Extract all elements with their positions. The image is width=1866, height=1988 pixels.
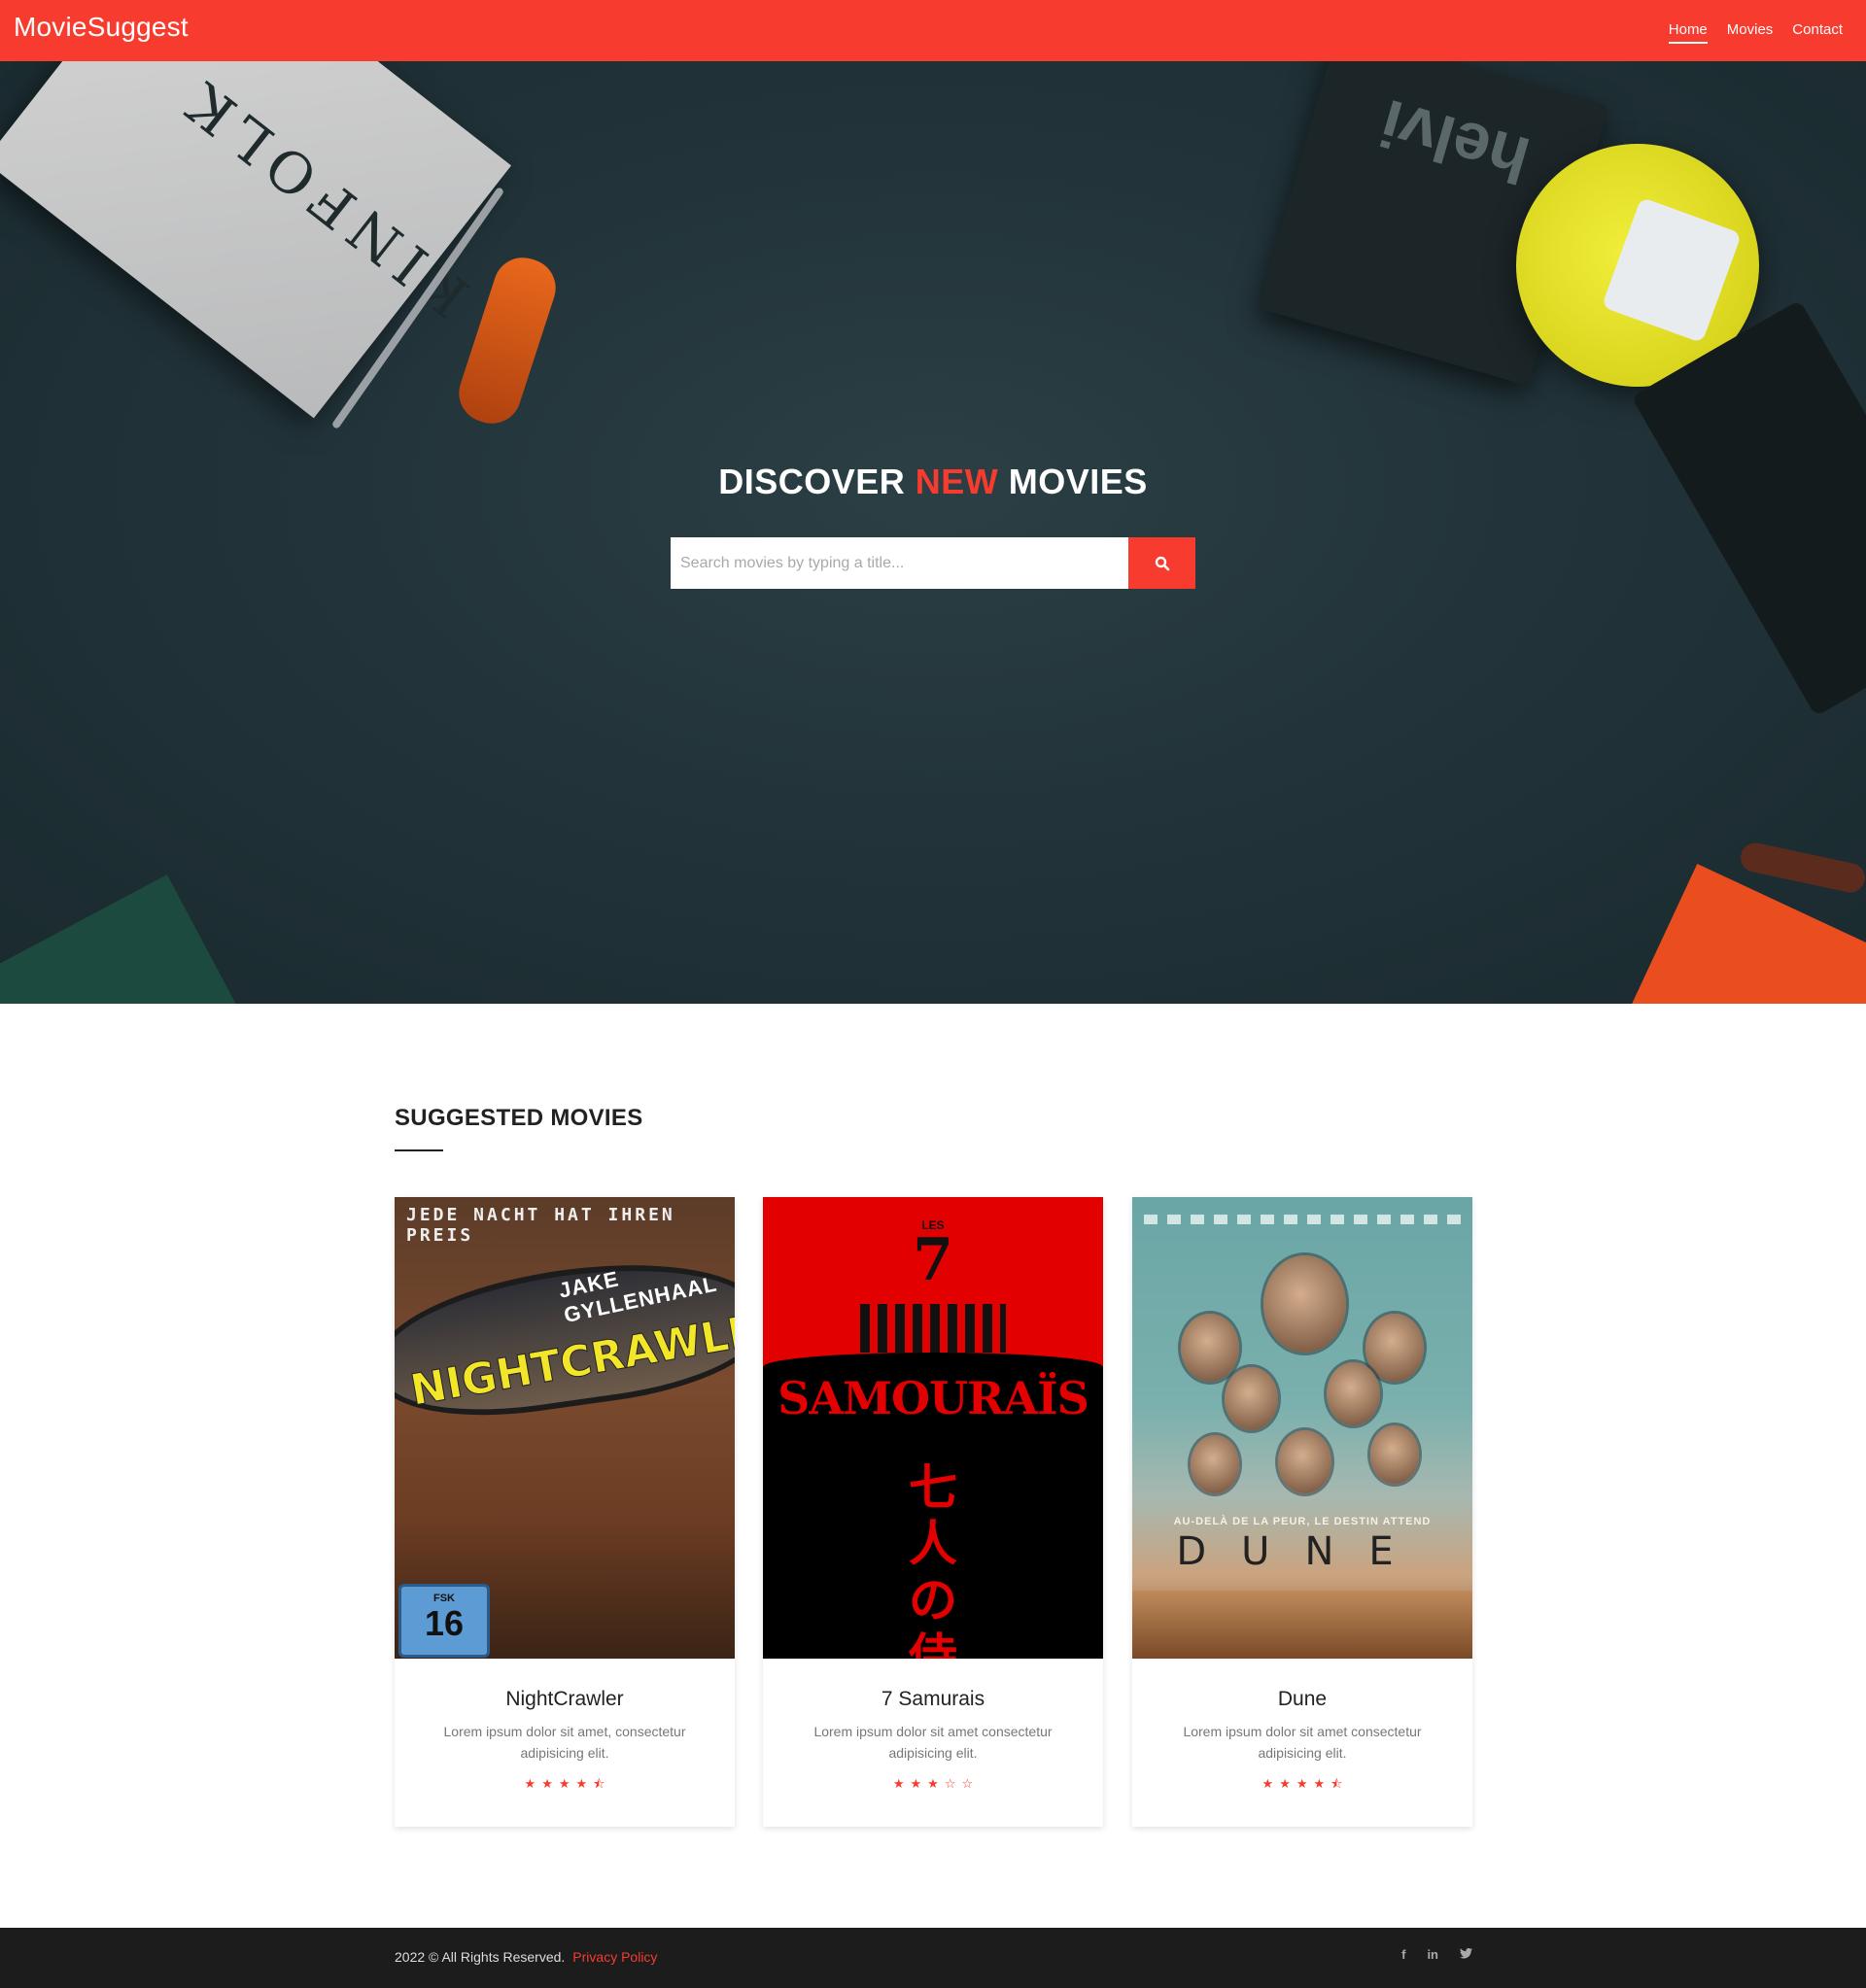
movie-poster[interactable]: JEDE NACHT HAT IHREN PREIS JAKE GYLLENHA… bbox=[395, 1197, 735, 1659]
star-full-icon: ★ bbox=[1279, 1776, 1291, 1791]
facebook-icon[interactable]: f bbox=[1401, 1947, 1405, 1962]
poster-tagline: AU-DELÀ DE LA PEUR, LE DESTIN ATTEND bbox=[1173, 1516, 1432, 1527]
hero-notebook-brand: helvi bbox=[1372, 85, 1538, 198]
star-full-icon: ★ bbox=[1313, 1776, 1326, 1791]
star-full-icon: ★ bbox=[558, 1776, 570, 1791]
star-full-icon: ★ bbox=[575, 1776, 588, 1791]
rating-stars: ★ ★ ★ ★ ⯪ bbox=[1132, 1777, 1472, 1790]
movie-poster[interactable]: AU-DELÀ DE LA PEUR, LE DESTIN ATTEND DUN… bbox=[1132, 1197, 1472, 1659]
poster-number: 7 bbox=[913, 1226, 953, 1294]
star-half-icon: ⯪ bbox=[1330, 1776, 1343, 1791]
copyright-text: 2022 © All Rights Reserved. Privacy Polic… bbox=[395, 1949, 657, 1965]
poster-face bbox=[1191, 1435, 1239, 1493]
movie-description: Lorem ipsum dolor sit amet consectetur a… bbox=[813, 1724, 1053, 1761]
social-links: f in bbox=[1401, 1947, 1472, 1962]
nav-link-movies[interactable]: Movies bbox=[1727, 21, 1774, 44]
poster-face bbox=[1225, 1367, 1278, 1430]
search-bar bbox=[671, 537, 1195, 589]
navbar: MovieSuggest Home Movies Contact bbox=[0, 0, 1866, 61]
movie-description: Lorem ipsum dolor sit amet consectetur a… bbox=[1183, 1724, 1422, 1761]
brand-logo[interactable]: MovieSuggest bbox=[14, 12, 189, 43]
hero-section: KINFOLK helvi DISCOVER NEW MOVIES bbox=[0, 61, 1866, 1004]
star-empty-icon: ☆ bbox=[944, 1776, 956, 1791]
poster-face bbox=[1263, 1255, 1346, 1353]
hero-title-accent: NEW bbox=[915, 462, 999, 501]
section-title: SUGGESTED MOVIES bbox=[395, 1105, 643, 1131]
nav-link-home[interactable]: Home bbox=[1668, 21, 1708, 44]
star-full-icon: ★ bbox=[892, 1776, 905, 1791]
fsk-number: 16 bbox=[424, 1603, 465, 1643]
rating-stars: ★ ★ ★ ☆ ☆ bbox=[763, 1777, 1103, 1790]
movie-card-7-samurais[interactable]: LES 7 SAMOURAÏS 七人の侍 7 Samurais Lorem ip… bbox=[763, 1197, 1103, 1827]
poster-samurai-silhouettes bbox=[860, 1304, 1006, 1353]
card-body: Dune Lorem ipsum dolor sit amet consecte… bbox=[1132, 1659, 1472, 1790]
rating-stars: ★ ★ ★ ★ ⯪ bbox=[395, 1777, 735, 1790]
twitter-icon[interactable] bbox=[1460, 1947, 1472, 1962]
poster-face bbox=[1327, 1362, 1380, 1425]
star-half-icon: ⯪ bbox=[593, 1776, 605, 1791]
movie-title[interactable]: NightCrawler bbox=[395, 1688, 735, 1711]
star-full-icon: ★ bbox=[1296, 1776, 1308, 1791]
hero-jar-label bbox=[1601, 196, 1743, 344]
section-underline bbox=[395, 1149, 443, 1151]
star-full-icon: ★ bbox=[927, 1776, 939, 1791]
hero-title: DISCOVER NEW MOVIES bbox=[0, 462, 1866, 502]
search-icon bbox=[1155, 556, 1169, 570]
star-full-icon: ★ bbox=[910, 1776, 922, 1791]
poster-face bbox=[1365, 1314, 1424, 1382]
movie-title[interactable]: Dune bbox=[1132, 1688, 1472, 1711]
hero-handle-image bbox=[1738, 840, 1866, 896]
poster-face bbox=[1370, 1425, 1419, 1484]
footer: 2022 © All Rights Reserved. Privacy Polic… bbox=[0, 1928, 1866, 1988]
poster-cast-art bbox=[1171, 1246, 1434, 1508]
poster-face bbox=[1181, 1314, 1239, 1382]
movie-title[interactable]: 7 Samurais bbox=[763, 1688, 1103, 1711]
poster-cast-credits bbox=[1144, 1215, 1461, 1224]
hero-title-part2: MOVIES bbox=[998, 462, 1148, 501]
card-body: 7 Samurais Lorem ipsum dolor sit amet co… bbox=[763, 1659, 1103, 1790]
privacy-policy-link[interactable]: Privacy Policy bbox=[572, 1949, 657, 1965]
poster-kanji-text: 七人の侍 bbox=[909, 1460, 957, 1659]
poster-desert-art bbox=[1132, 1591, 1472, 1659]
hero-book-image: KINFOLK bbox=[0, 61, 512, 419]
poster-kanji: 七人の侍 bbox=[763, 1459, 1103, 1659]
star-full-icon: ★ bbox=[524, 1776, 536, 1791]
fsk-rating-badge: FSK 16 bbox=[398, 1584, 490, 1658]
star-empty-icon: ☆ bbox=[961, 1776, 974, 1791]
movie-poster[interactable]: LES 7 SAMOURAÏS 七人の侍 bbox=[763, 1197, 1103, 1659]
hero-green-book-image bbox=[0, 874, 236, 1004]
nav-link-contact[interactable]: Contact bbox=[1792, 21, 1843, 44]
poster-title: DUNE bbox=[1176, 1529, 1429, 1574]
poster-title: SAMOURAÏS bbox=[778, 1372, 1089, 1424]
movie-card-dune[interactable]: AU-DELÀ DE LA PEUR, LE DESTIN ATTEND DUN… bbox=[1132, 1197, 1472, 1827]
poster-tagline: JEDE NACHT HAT IHREN PREIS bbox=[406, 1205, 675, 1246]
card-body: NightCrawler Lorem ipsum dolor sit amet,… bbox=[395, 1659, 735, 1790]
hero-title-part1: DISCOVER bbox=[718, 462, 916, 501]
search-button[interactable] bbox=[1128, 537, 1195, 589]
linkedin-icon[interactable]: in bbox=[1427, 1947, 1438, 1962]
star-full-icon: ★ bbox=[1261, 1776, 1274, 1791]
search-input[interactable] bbox=[671, 537, 1128, 589]
main-nav: Home Movies Contact bbox=[1668, 21, 1843, 44]
movie-card-nightcrawler[interactable]: JEDE NACHT HAT IHREN PREIS JAKE GYLLENHA… bbox=[395, 1197, 735, 1827]
star-full-icon: ★ bbox=[541, 1776, 553, 1791]
movie-description: Lorem ipsum dolor sit amet, consectetur … bbox=[443, 1724, 686, 1761]
copyright-label: 2022 © All Rights Reserved. bbox=[395, 1949, 566, 1965]
poster-face bbox=[1278, 1430, 1331, 1493]
